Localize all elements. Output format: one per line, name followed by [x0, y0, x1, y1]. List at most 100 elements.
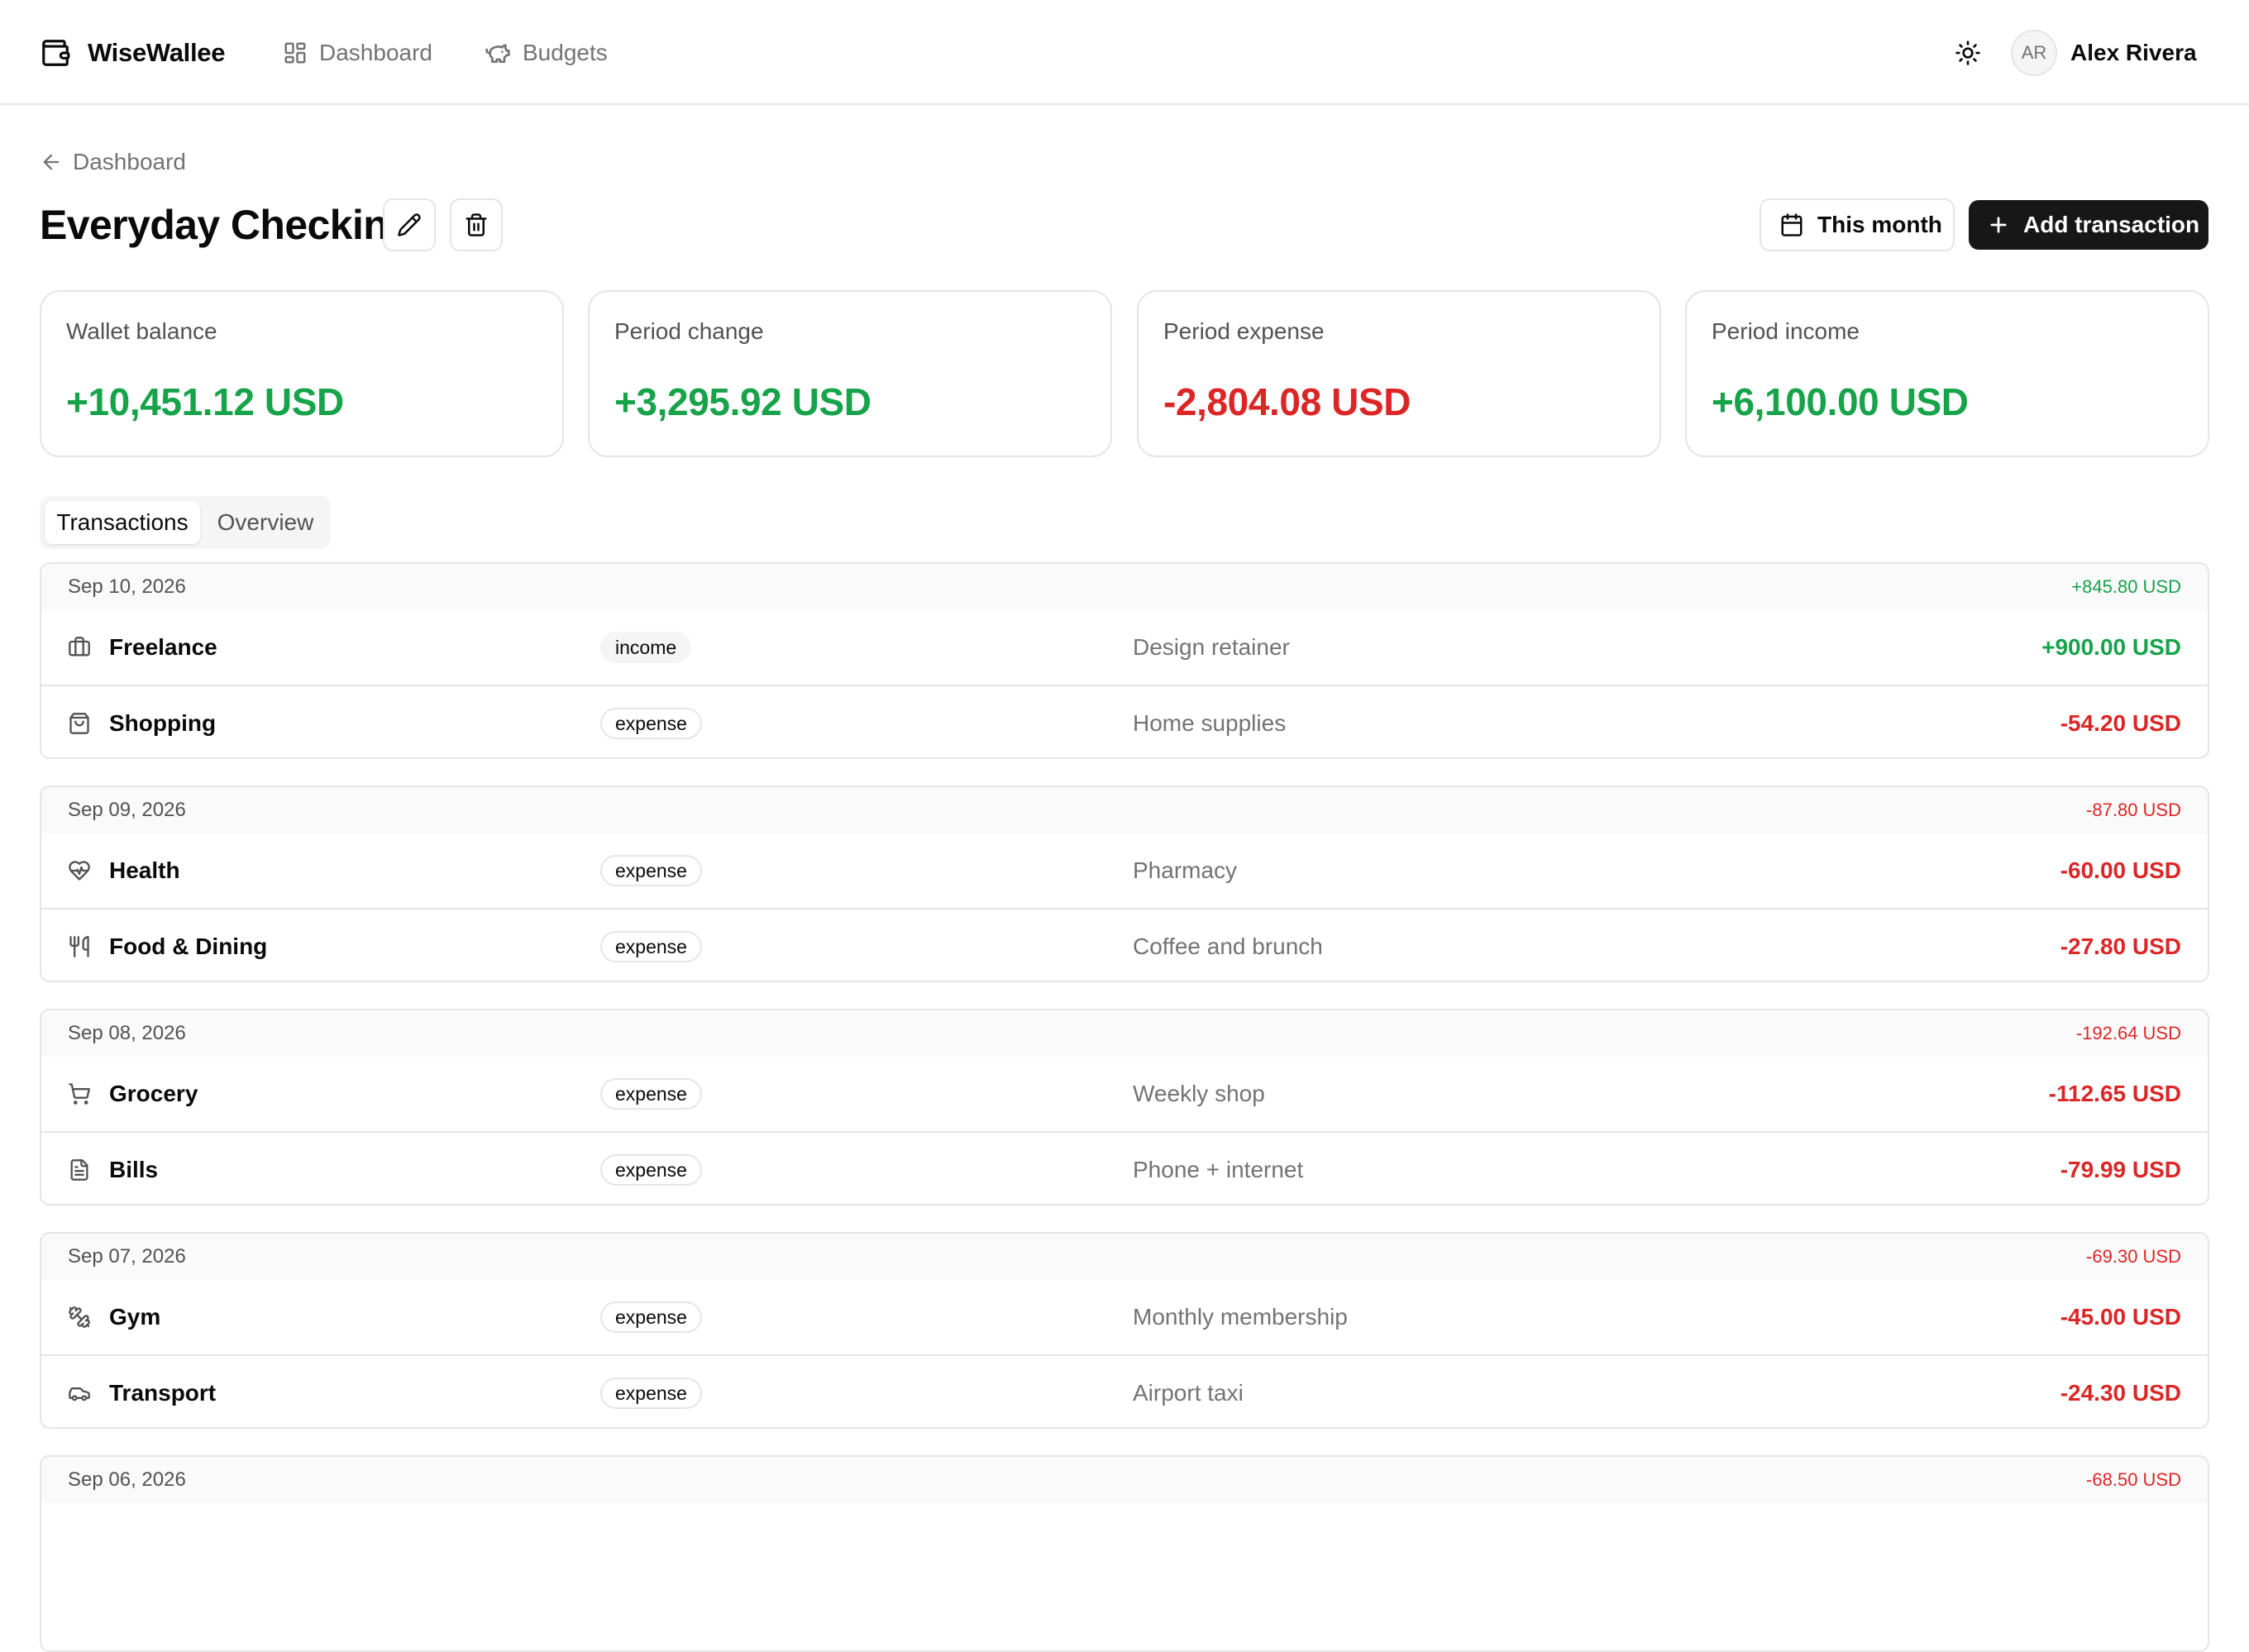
stat-value: +3,295.92 USD: [614, 380, 871, 423]
transaction-category: Transport: [109, 1380, 217, 1406]
stat-card-period-income: Period income +6,100.00 USD: [1685, 290, 2209, 457]
edit-wallet-button[interactable]: [383, 198, 436, 251]
page-title: Everyday Checking: [40, 202, 413, 248]
stat-card-period-expense: Period expense -2,804.08 USD: [1137, 290, 1661, 457]
piggy-bank-icon: [485, 40, 511, 66]
day-group-total: -192.64 USD: [2075, 1023, 2181, 1043]
day-group-header: Sep 09, 2026 -87.80 USD: [41, 787, 2208, 833]
transaction-amount: -27.80 USD: [2060, 933, 2181, 959]
utensils-icon: [68, 935, 91, 958]
shopping-cart-icon: [68, 1082, 91, 1105]
transaction-row[interactable]: Health expense Pharmacy -60.00 USD: [41, 833, 2208, 908]
transaction-amount: -54.20 USD: [2060, 710, 2181, 736]
user-name[interactable]: Alex Rivera: [2070, 36, 2197, 69]
transaction-row[interactable]: Food & Dining expense Coffee and brunch …: [41, 908, 2208, 981]
day-group-total: +845.80 USD: [2071, 576, 2181, 597]
stat-label: Wallet balance: [66, 318, 217, 344]
top-navigation-bar: WiseWallee Dashboard Budgets AR Alex Riv…: [0, 0, 2249, 105]
transaction-row[interactable]: Shopping expense Home supplies -54.20 US…: [41, 685, 2208, 757]
transaction-description: Weekly shop: [1133, 1081, 1265, 1106]
period-selector-button[interactable]: This month: [1760, 198, 1955, 251]
day-group-total: -69.30 USD: [2086, 1246, 2181, 1267]
transaction-type-badge: expense: [600, 931, 702, 962]
transaction-row[interactable]: Freelance income Design retainer +900.00…: [41, 610, 2208, 685]
transaction-category: Food & Dining: [109, 933, 268, 959]
transaction-amount: +900.00 USD: [2041, 634, 2181, 660]
transaction-day-group: Sep 07, 2026 -69.30 USD Gym expense Mont…: [40, 1232, 2209, 1429]
stat-label: Period income: [1712, 318, 1860, 344]
day-group-total: -87.80 USD: [2086, 800, 2181, 820]
stat-value: -2,804.08 USD: [1163, 380, 1411, 423]
transaction-type-badge: expense: [600, 1377, 702, 1409]
transaction-category: Bills: [109, 1157, 159, 1182]
car-icon: [68, 1382, 91, 1405]
day-group-date: Sep 06, 2026: [68, 1468, 186, 1491]
day-group-header: Sep 06, 2026 -68.50 USD: [41, 1457, 2208, 1503]
nav-dashboard-link[interactable]: Dashboard: [283, 36, 432, 69]
stat-card-period-change: Period change +3,295.92 USD: [588, 290, 1112, 457]
transaction-amount: -24.30 USD: [2060, 1380, 2181, 1406]
day-group-date: Sep 07, 2026: [68, 1245, 186, 1268]
file-text-icon: [68, 1158, 91, 1182]
briefcase-icon: [68, 636, 91, 659]
trash-icon: [464, 212, 489, 237]
day-group-header: Sep 07, 2026 -69.30 USD: [41, 1234, 2208, 1280]
transaction-category: Freelance: [109, 634, 217, 660]
calendar-icon: [1779, 212, 1804, 237]
add-transaction-button[interactable]: Add transaction: [1969, 200, 2208, 250]
transaction-description: Pharmacy: [1133, 857, 1238, 883]
back-to-dashboard-link[interactable]: Dashboard: [40, 146, 186, 179]
sun-icon: [1955, 40, 1981, 66]
transaction-amount: -60.00 USD: [2060, 857, 2181, 883]
transaction-type-badge: income: [600, 632, 692, 663]
transaction-description: Coffee and brunch: [1133, 933, 1323, 959]
tab-transactions[interactable]: Transactions: [45, 501, 200, 544]
breadcrumb-label: Dashboard: [73, 149, 186, 174]
layout-grid-icon: [283, 41, 308, 65]
transaction-type-badge: expense: [600, 1301, 702, 1333]
add-transaction-label: Add transaction: [2023, 212, 2200, 237]
transaction-row[interactable]: Grocery expense Weekly shop -112.65 USD: [41, 1057, 2208, 1131]
transaction-day-group: Sep 08, 2026 -192.64 USD Grocery expense…: [40, 1009, 2209, 1206]
day-group-total: -68.50 USD: [2086, 1469, 2181, 1490]
arrow-left-icon: [40, 150, 63, 174]
transaction-type-badge: expense: [600, 708, 702, 739]
transaction-row[interactable]: Bills expense Phone + internet -79.99 US…: [41, 1131, 2208, 1204]
stat-label: Period change: [614, 318, 764, 344]
day-group-header: Sep 10, 2026 +845.80 USD: [41, 564, 2208, 610]
transaction-day-group: Sep 10, 2026 +845.80 USD Freelance incom…: [40, 562, 2209, 759]
stat-value: +10,451.12 USD: [66, 380, 344, 423]
period-selector-label: This month: [1817, 212, 1942, 237]
transaction-row[interactable]: Transport expense Airport taxi -24.30 US…: [41, 1354, 2208, 1427]
day-group-date: Sep 10, 2026: [68, 575, 186, 598]
day-group-date: Sep 08, 2026: [68, 1022, 186, 1044]
user-avatar[interactable]: AR: [2011, 30, 2057, 76]
shopping-bag-icon: [68, 712, 91, 735]
transaction-category: Grocery: [109, 1081, 198, 1106]
transaction-description: Home supplies: [1133, 710, 1287, 736]
wallet-icon: [40, 37, 71, 69]
transaction-amount: -45.00 USD: [2060, 1304, 2181, 1330]
stat-label: Period expense: [1163, 318, 1325, 344]
transaction-category: Health: [109, 857, 180, 883]
theme-toggle-button[interactable]: [1953, 38, 1983, 68]
dumbbell-icon: [68, 1306, 91, 1329]
day-group-header: Sep 08, 2026 -192.64 USD: [41, 1010, 2208, 1057]
transaction-description: Monthly membership: [1133, 1304, 1348, 1330]
transaction-category: Shopping: [109, 710, 217, 736]
transaction-description: Design retainer: [1133, 634, 1290, 660]
transaction-description: Phone + internet: [1133, 1157, 1304, 1182]
transaction-row[interactable]: Gym expense Monthly membership -45.00 US…: [41, 1280, 2208, 1354]
delete-wallet-button[interactable]: [450, 198, 503, 251]
day-group-date: Sep 09, 2026: [68, 799, 186, 821]
plus-icon: [1987, 213, 2010, 236]
brand-name: WiseWallee: [88, 38, 226, 67]
transaction-amount: -79.99 USD: [2060, 1157, 2181, 1182]
pencil-icon: [397, 212, 422, 237]
transaction-day-group: Sep 06, 2026 -68.50 USD: [40, 1455, 2209, 1652]
transaction-category: Gym: [109, 1304, 161, 1330]
brand-logo-link[interactable]: WiseWallee: [40, 36, 225, 69]
nav-dashboard-label: Dashboard: [319, 40, 432, 65]
nav-budgets-link[interactable]: Budgets: [485, 36, 608, 69]
tab-overview[interactable]: Overview: [207, 501, 324, 544]
